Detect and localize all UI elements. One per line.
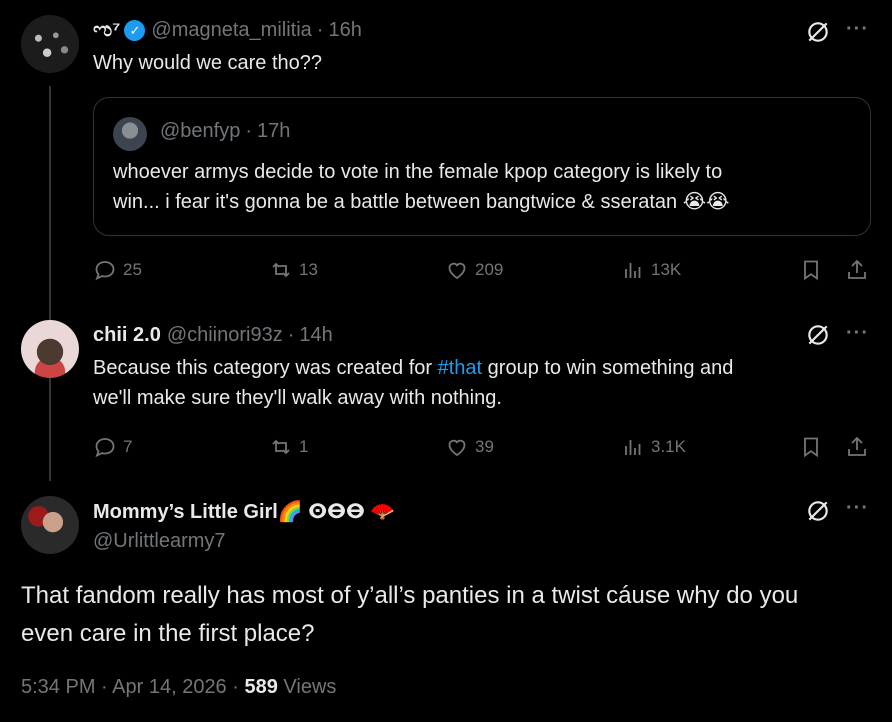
reply-button[interactable]: 7 <box>93 432 132 462</box>
reply-icon <box>95 261 115 281</box>
display-name[interactable]: ಌ⁷ <box>93 19 120 42</box>
bookmark-icon <box>804 437 818 458</box>
handle[interactable]: @magneta_militia <box>151 19 311 42</box>
tweet-text-line2: we'll make sure they'll walk away with n… <box>93 387 502 409</box>
handle[interactable]: @Urlittlearmy7 <box>93 530 226 553</box>
like-count: 39 <box>475 437 494 456</box>
main-tweet-text: That fandom really has most of y’all’s p… <box>21 577 881 653</box>
reply-count: 25 <box>123 260 142 279</box>
repost-icon <box>272 262 290 278</box>
bookmark-button[interactable] <box>799 432 823 462</box>
grok-icon[interactable] <box>805 498 831 524</box>
reply-icon <box>95 438 115 458</box>
tweet-text-line1: Because this category was created for #t… <box>93 353 733 383</box>
share-icon <box>848 436 866 456</box>
timestamp[interactable]: 16h <box>328 19 361 42</box>
main-tweet-text-line1: That fandom really has most of y’all’s p… <box>21 582 799 609</box>
reply-button[interactable]: 25 <box>93 255 142 285</box>
repost-count: 1 <box>299 437 309 456</box>
verified-badge-icon: ✓ <box>124 20 146 41</box>
like-count: 209 <box>475 260 504 279</box>
analytics-icon <box>625 263 641 278</box>
bookmark-button[interactable] <box>799 255 823 285</box>
quoted-tweet-text-line1: whoever armys decide to vote in the fema… <box>113 161 723 183</box>
views-button[interactable]: 13K <box>621 255 681 285</box>
share-button[interactable] <box>845 255 869 285</box>
quoted-avatar <box>113 117 147 151</box>
quoted-timestamp: 17h <box>257 120 291 142</box>
analytics-icon <box>625 440 641 455</box>
author-name-row: Mommy’s Little Girl🌈 ⵙⴱⴱ 🪭 <box>93 499 395 524</box>
separator: · <box>287 324 295 346</box>
grok-icon[interactable] <box>805 19 831 45</box>
grok-icon[interactable] <box>805 322 831 348</box>
separator: · <box>316 19 324 41</box>
like-button[interactable]: 209 <box>445 255 503 285</box>
heart-icon <box>448 439 466 457</box>
bookmark-icon <box>804 260 818 281</box>
author-handle-row: @Urlittlearmy7 <box>93 530 226 553</box>
tweet-header: chii 2.0 @chiinori93z · 14h <box>93 324 333 347</box>
tweet-text-part: group to win something and <box>482 357 734 379</box>
separator: · <box>245 120 253 142</box>
heart-icon <box>448 262 466 280</box>
display-name[interactable]: Mommy’s Little Girl🌈 ⵙⴱⴱ 🪭 <box>93 499 395 524</box>
share-button[interactable] <box>845 432 869 462</box>
share-icon <box>848 259 866 279</box>
tweet-meta: 5:34 PM · Apr 14, 2026 · 589 Views <box>21 676 336 699</box>
more-options-icon[interactable]: ··· <box>846 322 869 345</box>
post-timestamp[interactable]: 5:34 PM · Apr 14, 2026 · <box>21 676 244 698</box>
repost-button[interactable]: 13 <box>269 255 318 285</box>
quoted-handle: @benfyp <box>160 120 241 142</box>
action-bar: 7 1 39 3.1K <box>93 432 871 462</box>
tweet-text: Why would we care tho?? <box>93 52 323 74</box>
display-name[interactable]: chii 2.0 <box>93 324 161 347</box>
views-count: 589 <box>244 676 278 698</box>
repost-button[interactable]: 1 <box>269 432 308 462</box>
more-options-icon[interactable]: ··· <box>846 497 869 520</box>
repost-count: 13 <box>299 260 318 279</box>
avatar[interactable] <box>21 320 79 378</box>
hashtag-link[interactable]: #that <box>438 357 482 379</box>
avatar[interactable] <box>21 15 79 73</box>
quoted-tweet-header: @benfyp · 17h <box>160 120 290 143</box>
views-count: 3.1K <box>651 437 686 456</box>
views-button[interactable]: 3.1K <box>621 432 686 462</box>
like-button[interactable]: 39 <box>445 432 494 462</box>
timestamp[interactable]: 14h <box>299 324 332 347</box>
handle[interactable]: @chiinori93z <box>167 324 283 347</box>
main-tweet-text-line2: even care in the first place? <box>21 620 315 647</box>
tweet-text-part: Because this category was created for <box>93 357 438 379</box>
repost-icon <box>272 439 290 455</box>
more-options-icon[interactable]: ··· <box>846 18 869 41</box>
thread-connector-line <box>49 86 51 481</box>
avatar[interactable] <box>21 496 79 554</box>
views-label: Views <box>277 676 337 698</box>
reply-count: 7 <box>123 437 133 456</box>
views-count: 13K <box>651 260 682 279</box>
tweet-header: ಌ⁷ ✓ @magneta_militia · 16h <box>93 19 362 42</box>
quoted-tweet-text-line2: win... i fear it's gonna be a battle bet… <box>113 191 730 213</box>
action-bar: 25 13 209 13K <box>93 255 871 285</box>
